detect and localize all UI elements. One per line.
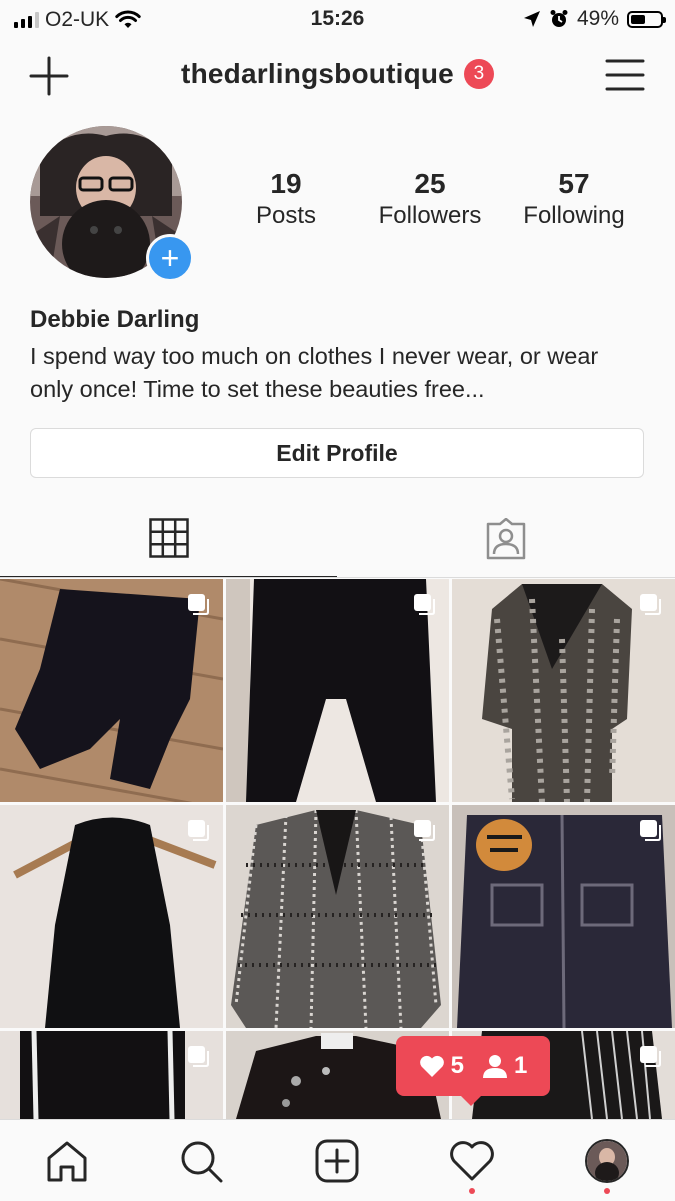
stat-posts[interactable]: 19 Posts [248,168,324,230]
activity-dot [469,1188,475,1194]
post-thumbnail[interactable] [226,579,449,802]
profile-bio: I spend way too much on clothes I never … [30,343,599,402]
tabs-divider [0,577,675,578]
profile-username[interactable]: thedarlingsboutique [181,58,454,90]
follows-indicator: 1 [482,1052,527,1080]
follows-count: 1 [514,1052,528,1079]
post-thumbnail[interactable] [0,805,223,1028]
battery-icon [627,10,666,28]
heart-filled-icon [419,1055,444,1077]
multiple-photos-icon [188,1046,209,1067]
nav-search[interactable] [178,1138,224,1184]
stat-following-label: Following [523,202,625,229]
stat-followers-label: Followers [378,202,482,229]
notification-badge[interactable]: 3 [463,59,494,89]
post-thumbnail[interactable] [452,579,675,802]
plus-icon: + [160,240,180,276]
profile-name: Debbie Darling [30,306,200,333]
home-icon [47,1141,87,1182]
search-icon [181,1141,223,1183]
multiple-photos-icon [640,594,661,615]
post-thumbnail[interactable] [226,805,449,1028]
status-bar: O2-UK 15:26 49% [0,0,675,38]
tagged-icon [486,518,525,560]
username-header[interactable]: thedarlingsboutique 3 [0,58,675,90]
grid-icon [148,518,189,558]
post-thumbnail[interactable] [0,1031,223,1119]
multiple-photos-icon [414,594,435,615]
stat-following[interactable]: 57 Following [512,168,636,230]
profile-dot [604,1188,610,1194]
battery-fill [631,14,645,24]
battery-percent: 49% [576,7,619,30]
activity-icon [450,1141,494,1181]
nav-profile[interactable] [584,1138,630,1184]
person-icon [483,1055,507,1078]
stat-posts-count: 19 [270,168,302,199]
multiple-photos-icon [640,820,661,841]
stat-posts-label: Posts [255,202,317,229]
tab-grid[interactable] [0,510,337,578]
multiple-photos-icon [188,594,209,615]
edit-profile-button[interactable]: Edit Profile [30,428,644,478]
nav-activity[interactable] [449,1138,495,1184]
likes-indicator: 5 [419,1052,464,1080]
stat-followers-count: 25 [414,168,446,199]
tab-tagged[interactable] [337,510,674,576]
menu-icon[interactable] [605,58,645,92]
nav-home[interactable] [44,1138,90,1184]
multiple-photos-icon [414,820,435,841]
new-post-icon [315,1139,359,1183]
add-story-button[interactable]: + [146,234,194,282]
multiple-photos-icon [640,1046,661,1067]
location-icon [523,11,540,27]
likes-count: 5 [450,1052,464,1079]
top-nav: thedarlingsboutique 3 [0,40,675,112]
stat-following-count: 57 [558,168,590,199]
multiple-photos-icon [188,820,209,841]
stat-followers[interactable]: 25 Followers [368,168,492,230]
post-thumbnail[interactable] [452,805,675,1028]
post-thumbnail[interactable] [0,579,223,802]
alarm-icon [550,10,568,27]
bottom-nav [0,1119,675,1201]
activity-popup[interactable]: 5 1 [396,1036,550,1106]
status-right: 49% [523,7,666,31]
nav-new-post[interactable] [314,1138,360,1184]
profile-avatar-small [585,1139,629,1183]
